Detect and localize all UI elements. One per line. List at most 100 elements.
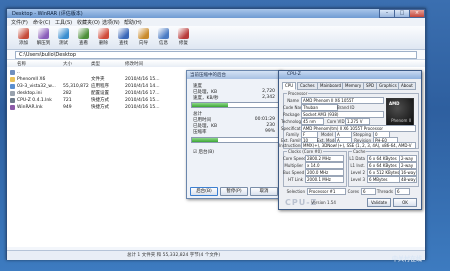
toolbar-button-5[interactable]: 查找 [115,27,132,48]
menu-file[interactable]: 文件(F) [11,19,28,26]
cores-value: 6 [361,188,376,195]
l2-way: 16-way [399,169,417,176]
file-name: 03-3_vista32_w... [17,84,56,89]
technology-value: 45 nm [301,118,324,125]
toolbar-icon-4 [98,28,109,39]
file-size: 721 [63,98,72,103]
close-button[interactable]: × [409,9,425,18]
menu-commands[interactable]: 命令(C) [33,19,50,26]
toolbar-button-1[interactable]: 解压到 [35,27,52,48]
compression-label: 压缩率 [193,130,207,135]
progress-fill-total [192,138,218,142]
cpuz-version: Version 1.54 [311,200,336,205]
model-label: Model [320,132,333,137]
toolbar-label-7: 信息 [159,41,168,46]
amd-logo: AMD Phenom II [386,98,414,126]
processed-value: 2,720 [262,89,275,94]
menu-help[interactable]: 帮助(H) [124,19,142,26]
background-button[interactable]: 后台(B) [190,187,218,196]
package-value: Socket AM3 (938) [301,111,384,118]
validate-button[interactable]: Validate [367,198,391,207]
codename-value: Thuban [301,104,338,111]
file-icon [10,91,15,96]
cancel-button[interactable]: 取消 [250,187,278,196]
file-icon [10,70,15,75]
multiplier-value: x 14.0 [305,162,344,169]
l1d-label: L1 Data [349,156,365,161]
menu-options[interactable]: 选项(N) [102,19,120,26]
status-bar: 总计 1 文件夹 和 55,332,824 字节(4 个文件) [7,250,425,260]
tab-mainboard[interactable]: Mainboard [317,82,345,90]
file-date: 2010/4/16 15... [125,105,160,110]
toolbar-button-4[interactable]: 删除 [95,27,112,48]
corevid-label: Core VID [327,119,345,124]
address-path: C:\Users\bulio\Desktop [19,52,77,58]
file-name: desktop.ini [17,91,42,96]
tab-spd[interactable]: SPD [363,82,378,90]
file-size: 949 [63,105,72,110]
toolbar-button-3[interactable]: 查看 [75,27,92,48]
toolbar-icon-0 [18,28,29,39]
amd-logo-brand: AMD [389,101,400,106]
file-name: .. [17,70,20,75]
l1i-value: 6 x 64 KBytes [367,162,400,169]
file-name: CPU-Z 0.4.1.lnk [17,98,52,103]
file-type: 快捷方式 [91,105,109,110]
compression-dialog: 当前压缩中的后台 速度 已处理，KB 2,720 速度，KB/秒 2,342 总… [186,70,282,199]
threads-label: Threads [376,189,393,194]
title-bar: Desktop - WinRAR (评估版本) – □ × [7,9,425,18]
file-name: WinRAR.lnk [17,105,43,110]
toolbar-button-2[interactable]: 测试 [55,27,72,48]
l3-value: 6 MBytes [367,176,400,183]
specification-label: Specification [281,126,307,131]
file-type: 应用程序 [91,84,109,89]
stepping-label: Stepping [353,132,371,137]
toolbar-icon-5 [118,28,129,39]
toolbar-label-8: 修复 [179,41,188,46]
background-checkbox[interactable]: ☑ 后台(B) [193,149,214,155]
toolbar-icon-2 [58,28,69,39]
toolbar-icon-8 [178,28,189,39]
menu-favorites[interactable]: 收藏夹(O) [77,19,100,26]
dialog-title-bar: 当前压缩中的后台 [187,71,281,79]
ok-button[interactable]: OK [393,198,417,207]
elapsed-value: 00:01:29 [254,117,275,122]
address-field[interactable]: C:\Users\bulio\Desktop [15,51,417,59]
specification-value: AMD Phenom(tm) II X6 1055T Processor [301,125,416,132]
corespeed-value: 2800.2 MHz [305,155,344,162]
tab-memory[interactable]: Memory [342,82,365,90]
toolbar-button-6[interactable]: 向导 [135,27,152,48]
l1d-way: 2-way [399,155,417,162]
toolbar-button-8[interactable]: 修复 [175,27,192,48]
toolbar-label-5: 查找 [119,41,128,46]
pause-button[interactable]: 暂停(P) [220,187,248,196]
maximize-button[interactable]: □ [394,9,410,18]
cpuz-title: CPU-Z [287,72,301,77]
tab-about[interactable]: About [398,82,416,90]
toolbar-button-0[interactable]: 添加 [15,27,32,48]
tab-cpu[interactable]: CPU [282,82,297,90]
tab-caches[interactable]: Caches [297,82,318,90]
watermark-text: 中关村在线 [392,256,423,263]
selection-dropdown[interactable]: Processor #1 [307,188,346,195]
htlink-value: 2000.1 MHz [305,176,344,183]
file-date: 2010/4/14 14... [125,84,160,89]
cores-label: Cores [347,189,359,194]
amd-logo-text: Phenom II [391,118,411,123]
codename-label: Code Name [283,105,307,110]
minimize-button[interactable]: – [379,9,395,18]
l2-value: 6 x 512 KBytes [367,169,400,176]
instructions-label: Instructions [279,143,303,148]
toolbar-label-4: 删除 [99,41,108,46]
processor-group-label: Processor [287,91,309,96]
toolbar-button-7[interactable]: 信息 [155,27,172,48]
file-size: 282 [63,91,72,96]
toolbar-label-6: 向导 [139,41,148,46]
tab-graphics[interactable]: Graphics [376,82,400,90]
background-checkbox-label: 后台(B) [198,150,215,155]
file-icon [10,98,15,103]
corespeed-label: Core Speed [283,156,307,161]
menu-tools[interactable]: 工具(S) [55,19,72,26]
package-label: Package [283,112,300,117]
progress-bar-current [191,102,279,108]
